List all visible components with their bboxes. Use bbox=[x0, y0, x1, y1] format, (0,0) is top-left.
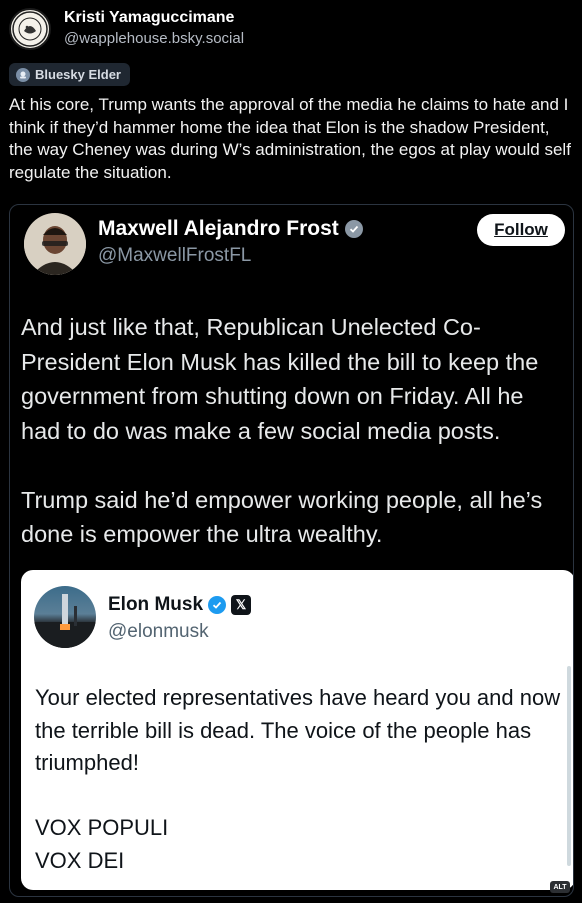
bluesky-elder-icon bbox=[16, 67, 30, 82]
embedded-post-card: Elon Musk 𝕏 @elonmusk Your elected repre… bbox=[21, 570, 573, 890]
quoted-author-name: Maxwell Alejandro Frost bbox=[98, 217, 363, 241]
quoted-author-handle: @MaxwellFrostFL bbox=[98, 245, 252, 266]
quoted-author-avatar bbox=[24, 213, 86, 275]
author-handle[interactable]: @wapplehouse.bsky.social bbox=[64, 30, 244, 47]
seal-avatar-icon bbox=[12, 11, 48, 47]
scrollbar[interactable] bbox=[567, 666, 571, 866]
post-text: At his core, Trump wants the approval of… bbox=[9, 95, 571, 182]
embedded-author-handle: @elonmusk bbox=[108, 621, 209, 642]
author-display-name[interactable]: Kristi Yamaguccimane bbox=[64, 9, 234, 27]
quoted-author-name-text: Maxwell Alejandro Frost bbox=[98, 217, 339, 240]
follow-button[interactable]: Follow bbox=[477, 214, 565, 246]
embedded-author-avatar bbox=[34, 586, 96, 648]
author-avatar[interactable] bbox=[9, 8, 51, 50]
badge-label: Bluesky Elder bbox=[35, 67, 121, 82]
embedded-post-text: Your elected representatives have heard … bbox=[35, 685, 561, 873]
verified-check-icon bbox=[208, 596, 227, 614]
embedded-author-name: Elon Musk 𝕏 bbox=[108, 594, 252, 616]
embedded-author-name-text: Elon Musk bbox=[108, 594, 204, 615]
x-logo-icon: 𝕏 bbox=[231, 595, 252, 615]
verified-check-icon bbox=[344, 220, 363, 238]
quote-card[interactable]: Maxwell Alejandro Frost @MaxwellFrostFL … bbox=[9, 204, 574, 897]
quoted-post-text: And just like that, Republican Unelected… bbox=[21, 314, 543, 547]
alt-text-badge[interactable]: ALT bbox=[550, 881, 570, 893]
bluesky-elder-badge[interactable]: Bluesky Elder bbox=[9, 63, 130, 86]
